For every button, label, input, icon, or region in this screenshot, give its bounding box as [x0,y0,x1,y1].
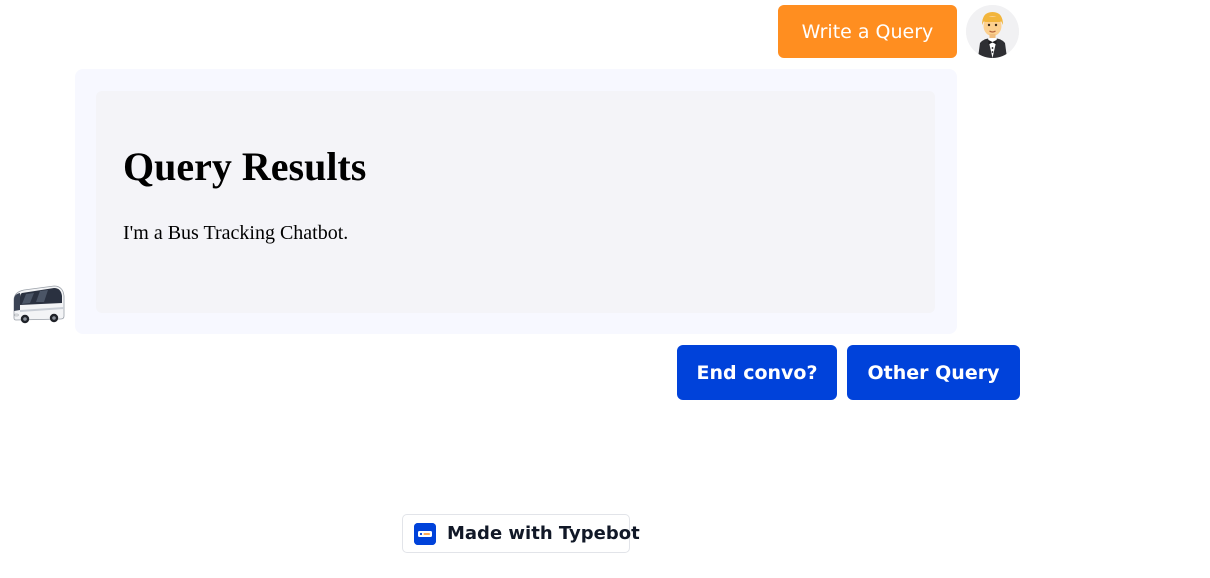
man-in-tuxedo-icon [966,5,1019,58]
end-convo-label: End convo? [696,361,818,384]
query-results-heading: Query Results [123,144,367,189]
user-message-bubble: Write a Query [778,5,957,58]
bus-icon [13,285,65,324]
chat-page: Write a Query Query Results I'm a Bus Tr… [0,0,1210,578]
typebot-logo-icon [414,522,436,545]
bot-message-bubble: Query Results I'm a Bus Tracking Chatbot… [75,69,957,334]
end-convo-button[interactable]: End convo? [677,345,837,400]
user-message-text: Write a Query [801,20,934,43]
query-results-text: I'm a Bus Tracking Chatbot. [123,222,349,244]
other-query-label: Other Query [867,361,1000,384]
query-results-card: Query Results I'm a Bus Tracking Chatbot… [96,91,935,313]
user-avatar [966,5,1019,58]
bot-avatar [10,280,66,328]
other-query-button[interactable]: Other Query [847,345,1020,400]
made-with-typebot-link[interactable]: Made with Typebot [402,514,640,553]
branding-label: Made with Typebot [447,523,640,544]
